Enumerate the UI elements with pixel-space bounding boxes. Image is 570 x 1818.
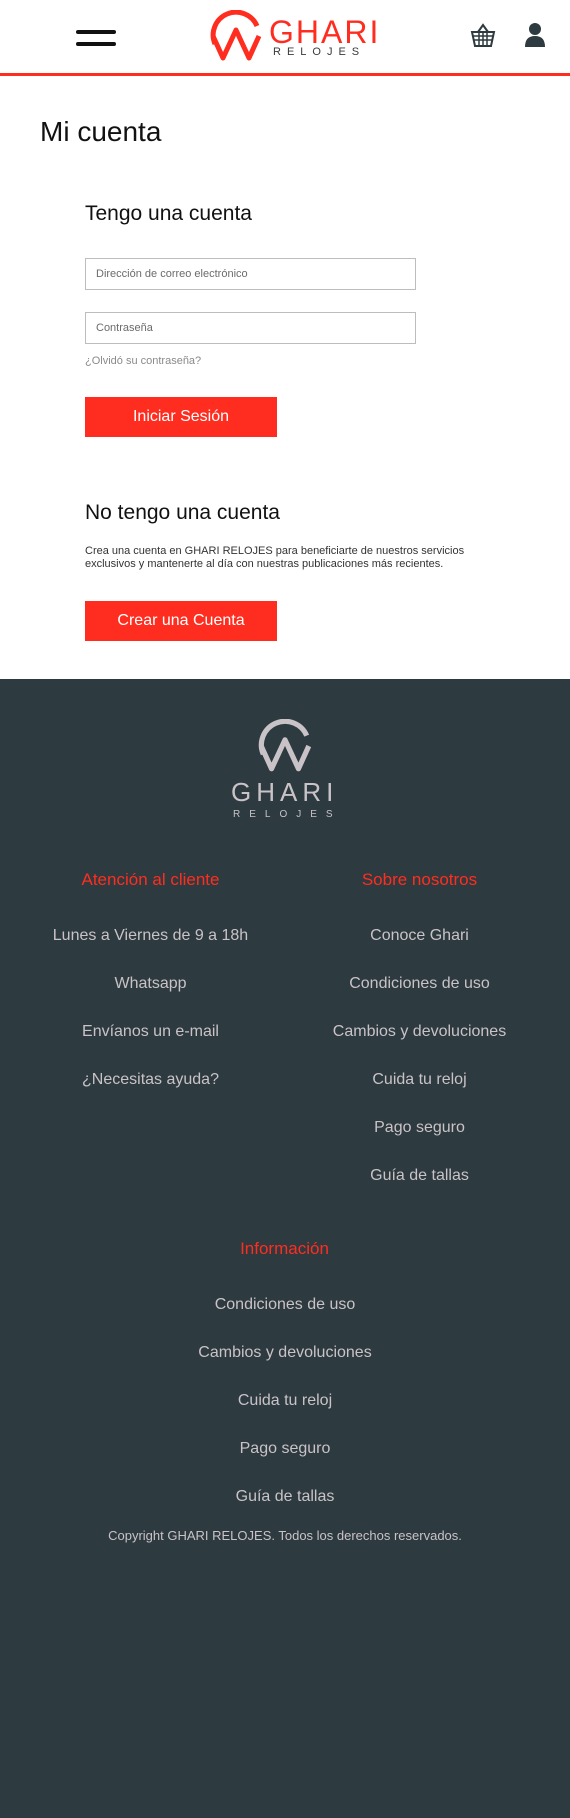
footer-link-sizes[interactable]: Guía de tallas bbox=[277, 1167, 562, 1185]
footer-info-link-terms[interactable]: Condiciones de uso bbox=[0, 1296, 570, 1314]
footer-link-care[interactable]: Cuida tu reloj bbox=[277, 1071, 562, 1089]
page-title: Mi cuenta bbox=[40, 116, 162, 147]
footer-info-link-care[interactable]: Cuida tu reloj bbox=[0, 1392, 570, 1410]
footer-logo-mark-icon bbox=[258, 719, 312, 772]
register-description: Crea una cuenta en GHARI RELOJES para be… bbox=[85, 545, 465, 570]
footer-link-help[interactable]: ¿Necesitas ayuda? bbox=[8, 1071, 293, 1089]
forgot-password-link[interactable]: ¿Olvidó su contraseña? bbox=[85, 355, 201, 367]
password-field[interactable] bbox=[85, 312, 416, 344]
footer-link-payment[interactable]: Pago seguro bbox=[277, 1119, 562, 1137]
register-heading: No tengo una cuenta bbox=[85, 501, 280, 524]
logo-subtext: RELOJES bbox=[273, 46, 366, 58]
footer-link-returns[interactable]: Cambios y devoluciones bbox=[277, 1023, 562, 1041]
copyright-text: Copyright GHARI RELOJES. Todos los derec… bbox=[108, 1528, 462, 1543]
login-button[interactable]: Iniciar Sesión bbox=[85, 397, 277, 437]
page: GHARI RELOJES Mi cuenta Tengo una cuenta… bbox=[0, 0, 570, 1818]
footer-info-link-returns[interactable]: Cambios y devoluciones bbox=[0, 1344, 570, 1362]
hamburger-icon[interactable] bbox=[76, 28, 116, 50]
customer-service-title: Atención al cliente bbox=[81, 870, 220, 889]
account-main: Mi cuenta Tengo una cuenta ¿Olvidó su co… bbox=[0, 76, 570, 679]
footer-link-email[interactable]: Envíanos un e-mail bbox=[8, 1023, 293, 1041]
site-header: GHARI RELOJES bbox=[0, 0, 570, 76]
user-icon[interactable] bbox=[524, 22, 546, 48]
logo-mark-icon bbox=[210, 10, 262, 61]
basket-icon[interactable] bbox=[470, 22, 496, 48]
email-field[interactable] bbox=[85, 258, 416, 290]
footer-link-terms[interactable]: Condiciones de uso bbox=[277, 975, 562, 993]
footer-link-about[interactable]: Conoce Ghari bbox=[277, 927, 562, 945]
site-footer: GHARI RELOJES Atención al cliente Lunes … bbox=[0, 679, 570, 1818]
info-title: Información bbox=[240, 1239, 329, 1258]
footer-link-whatsapp[interactable]: Whatsapp bbox=[8, 975, 293, 993]
footer-info-link-payment[interactable]: Pago seguro bbox=[0, 1440, 570, 1458]
about-title: Sobre nosotros bbox=[361, 870, 478, 889]
footer-logo-subtext: RELOJES bbox=[233, 809, 342, 820]
footer-logo: GHARI RELOJES bbox=[223, 719, 347, 829]
site-logo[interactable]: GHARI RELOJES bbox=[207, 10, 378, 64]
login-heading: Tengo una cuenta bbox=[85, 202, 252, 225]
footer-logo-text: GHARI bbox=[231, 777, 339, 807]
create-account-button[interactable]: Crear una Cuenta bbox=[85, 601, 277, 641]
footer-link-hours[interactable]: Lunes a Viernes de 9 a 18h bbox=[8, 927, 293, 945]
footer-info-link-sizes[interactable]: Guía de tallas bbox=[0, 1488, 570, 1506]
